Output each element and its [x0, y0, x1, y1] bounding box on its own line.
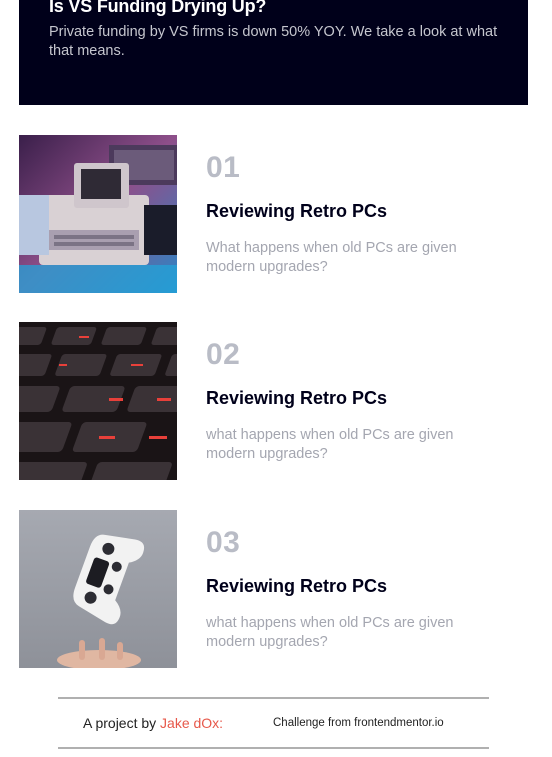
page: Is VS Funding Drying Up? Private funding… [0, 0, 552, 757]
gamepad-image [19, 510, 177, 668]
new-article-title[interactable]: Is VS Funding Drying Up? [49, 0, 266, 17]
article-description: what happens when old PCs are given mode… [206, 615, 454, 650]
article-number: 02 [206, 338, 241, 371]
project-credit: A project by Jake dOx: [83, 715, 223, 731]
new-article-description: Private funding by VS firms is down 50% … [49, 24, 498, 59]
article-description: What happens when old PCs are given mode… [206, 240, 457, 275]
article-title[interactable]: Reviewing Retro PCs [206, 388, 387, 409]
article-description: what happens when old PCs are given mode… [206, 427, 454, 462]
project-prefix: A project by [83, 715, 157, 731]
new-articles-card: Is VS Funding Drying Up? Private funding… [19, 0, 528, 105]
article-number: 03 [206, 526, 241, 559]
article-title[interactable]: Reviewing Retro PCs [206, 576, 387, 597]
article-number: 01 [206, 151, 241, 184]
challenge-link[interactable]: Challenge from frontendmentor.io [273, 717, 444, 729]
article-item: 01 Reviewing Retro PCs What happens when… [19, 135, 529, 293]
retro-pc-image [19, 135, 177, 293]
article-item: 03 Reviewing Retro PCs what happens when… [19, 510, 529, 668]
keyboard-image [19, 322, 177, 480]
article-title[interactable]: Reviewing Retro PCs [206, 201, 387, 222]
article-item: 02 Reviewing Retro PCs what happens when… [19, 322, 529, 480]
author-link[interactable]: Jake dOx: [160, 715, 223, 731]
attribution-footer: A project by Jake dOx: Challenge from fr… [58, 697, 489, 749]
